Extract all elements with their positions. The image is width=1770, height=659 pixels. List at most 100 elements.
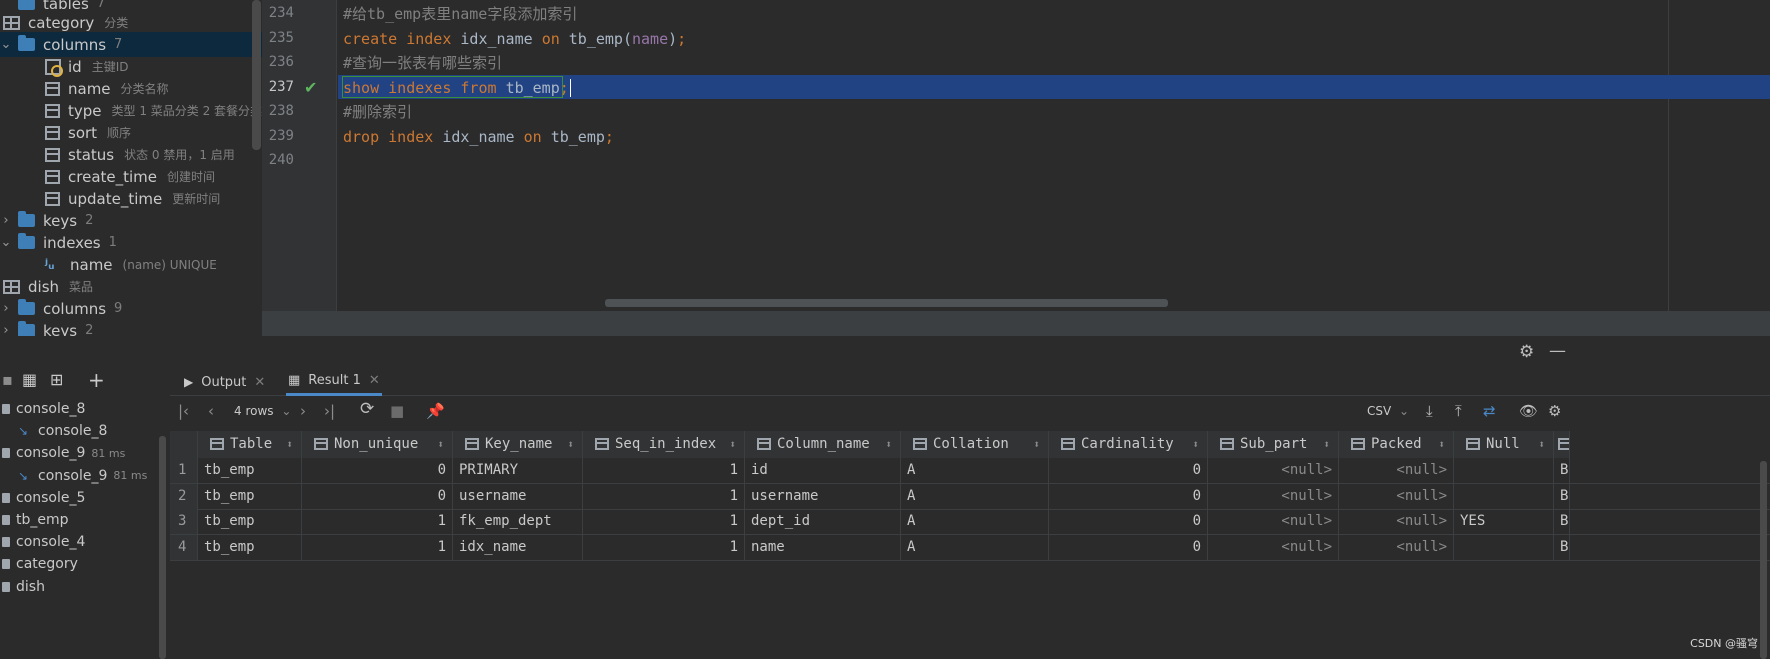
column-header[interactable]: Packed ⬍ <box>1339 431 1454 458</box>
tab-output[interactable]: ▶ Output ✕ <box>184 368 265 396</box>
close-icon[interactable]: ✕ <box>254 375 265 390</box>
table-cell[interactable]: 0 <box>1049 534 1208 560</box>
table-cell[interactable]: A <box>901 458 1049 483</box>
editor-horizontal-scrollbar[interactable] <box>605 299 1168 307</box>
table-cell[interactable]: A <box>901 534 1049 560</box>
table-cell[interactable]: PRIMARY <box>453 458 583 483</box>
close-icon[interactable]: ✕ <box>369 373 380 388</box>
table-cell[interactable]: tb_emp <box>198 483 302 509</box>
sort-arrows-icon[interactable]: ⬍ <box>1033 431 1040 458</box>
first-page-icon[interactable]: |‹ <box>178 402 189 420</box>
next-page-icon[interactable]: › <box>300 402 306 420</box>
column-header[interactable]: Key_name ⬍ <box>453 431 583 458</box>
table-cell[interactable]: username <box>453 483 583 509</box>
table-cell[interactable]: tb_emp <box>198 458 302 483</box>
sort-arrows-icon[interactable]: ⬍ <box>437 431 444 458</box>
service-item[interactable]: console_4 <box>2 531 85 553</box>
column-header[interactable] <box>1554 431 1570 458</box>
service-item[interactable]: console_9 81 ms <box>2 442 125 464</box>
code-line[interactable]: show indexes from tb_emp; <box>343 76 571 100</box>
table-cell[interactable]: <null> <box>1339 509 1454 534</box>
code-line[interactable]: #给tb_emp表里name字段添加索引 <box>343 2 577 26</box>
table-cell[interactable]: <null> <box>1208 509 1339 534</box>
sort-arrows-icon[interactable]: ⬍ <box>729 431 736 458</box>
chevron-down-icon[interactable]: ⌄ <box>0 37 14 52</box>
table-cell[interactable]: name <box>745 534 901 560</box>
table-cell[interactable]: idx_name <box>453 534 583 560</box>
table-cell[interactable]: B <box>1554 458 1570 483</box>
service-item[interactable]: ↘ console_8 <box>18 420 107 442</box>
table-cell[interactable]: <null> <box>1208 534 1339 560</box>
table-cell[interactable]: <null> <box>1339 483 1454 509</box>
table-cell[interactable]: dept_id <box>745 509 901 534</box>
rows-count-dropdown[interactable]: 4 rows ⌄ <box>234 404 291 418</box>
table-cell[interactable]: YES <box>1454 509 1554 534</box>
sort-arrows-icon[interactable]: ⬍ <box>1438 431 1445 458</box>
column-header[interactable]: Sub_part ⬍ <box>1208 431 1339 458</box>
download-icon[interactable]: ⤓ <box>1426 402 1433 420</box>
settings-gear-icon[interactable]: ⚙ <box>1548 402 1561 420</box>
table-cell[interactable]: B <box>1554 509 1570 534</box>
table-cell[interactable]: 0 <box>302 483 453 509</box>
pin-icon[interactable]: 📌 <box>426 402 445 420</box>
settings-gear-icon[interactable]: ⚙ <box>1519 342 1534 362</box>
table-cell[interactable] <box>1454 483 1554 509</box>
refresh-icon[interactable]: ⟳ <box>360 399 374 419</box>
service-item[interactable]: ↘ console_9 81 ms <box>18 465 147 487</box>
layout-icon[interactable]: ⊞ <box>50 370 63 389</box>
service-item[interactable]: dish <box>2 576 45 598</box>
last-page-icon[interactable]: ›| <box>324 402 335 420</box>
table-cell[interactable]: id <box>745 458 901 483</box>
service-item[interactable]: tb_emp <box>2 509 69 531</box>
table-cell[interactable]: 1 <box>583 509 745 534</box>
column-header[interactable]: Seq_in_index ⬍ <box>583 431 745 458</box>
table-cell[interactable]: username <box>745 483 901 509</box>
services-scrollbar[interactable] <box>159 436 166 659</box>
table-cell[interactable] <box>1454 534 1554 560</box>
table-cell[interactable]: A <box>901 509 1049 534</box>
table-cell[interactable]: <null> <box>1339 458 1454 483</box>
table-cell[interactable]: 0 <box>302 458 453 483</box>
tab-result[interactable]: ▦ Result 1 ✕ <box>286 368 382 396</box>
column-header[interactable]: Table ⬍ <box>198 431 302 458</box>
export-format-dropdown[interactable]: CSV ⌄ <box>1367 404 1409 418</box>
upload-icon[interactable]: ⤒ <box>1455 402 1462 420</box>
table-cell[interactable]: tb_emp <box>198 509 302 534</box>
chevron-right-icon[interactable]: › <box>0 213 14 228</box>
table-cell[interactable]: fk_emp_dept <box>453 509 583 534</box>
sort-arrows-icon[interactable]: ⬍ <box>1192 431 1199 458</box>
view-eye-icon[interactable]: 👁 <box>1519 402 1538 420</box>
previous-page-icon[interactable]: ‹ <box>208 402 214 420</box>
sort-arrows-icon[interactable]: ⬍ <box>286 431 293 458</box>
panel-splitter[interactable] <box>262 311 1770 336</box>
code-line[interactable]: drop index idx_name on tb_emp; <box>343 125 614 149</box>
grid-scrollbar[interactable] <box>1760 461 1767 659</box>
table-cell[interactable]: B <box>1554 534 1570 560</box>
service-item[interactable]: category <box>2 553 78 575</box>
compare-icon[interactable]: ⇄ <box>1483 402 1496 420</box>
add-icon[interactable]: + <box>88 368 105 392</box>
table-cell[interactable]: 1 <box>302 509 453 534</box>
service-item[interactable]: console_8 <box>2 398 85 420</box>
table-cell[interactable]: 1 <box>583 534 745 560</box>
code-line[interactable]: #查询一张表有哪些索引 <box>343 51 502 75</box>
sort-arrows-icon[interactable]: ⬍ <box>567 431 574 458</box>
service-item[interactable]: console_5 <box>2 487 85 509</box>
table-cell[interactable]: 0 <box>1049 458 1208 483</box>
column-header[interactable]: Cardinality ⬍ <box>1049 431 1208 458</box>
column-header[interactable]: Non_unique ⬍ <box>302 431 453 458</box>
minimize-icon[interactable]: — <box>1549 341 1566 361</box>
code-line[interactable]: create index idx_name on tb_emp(name); <box>343 27 686 51</box>
table-cell[interactable]: 1 <box>583 483 745 509</box>
table-cell[interactable]: <null> <box>1339 534 1454 560</box>
group-icon[interactable]: ▦ <box>22 370 37 389</box>
table-cell[interactable] <box>1454 458 1554 483</box>
table-cell[interactable]: 0 <box>1049 509 1208 534</box>
table-cell[interactable]: 0 <box>1049 483 1208 509</box>
stop-icon[interactable]: ■ <box>390 402 404 420</box>
column-header[interactable]: Column_name ⬍ <box>745 431 901 458</box>
column-header[interactable]: Null ⬍ <box>1454 431 1554 458</box>
table-cell[interactable]: tb_emp <box>198 534 302 560</box>
code-line[interactable]: #删除索引 <box>343 100 412 124</box>
chevron-down-icon[interactable]: ⌄ <box>0 235 14 250</box>
